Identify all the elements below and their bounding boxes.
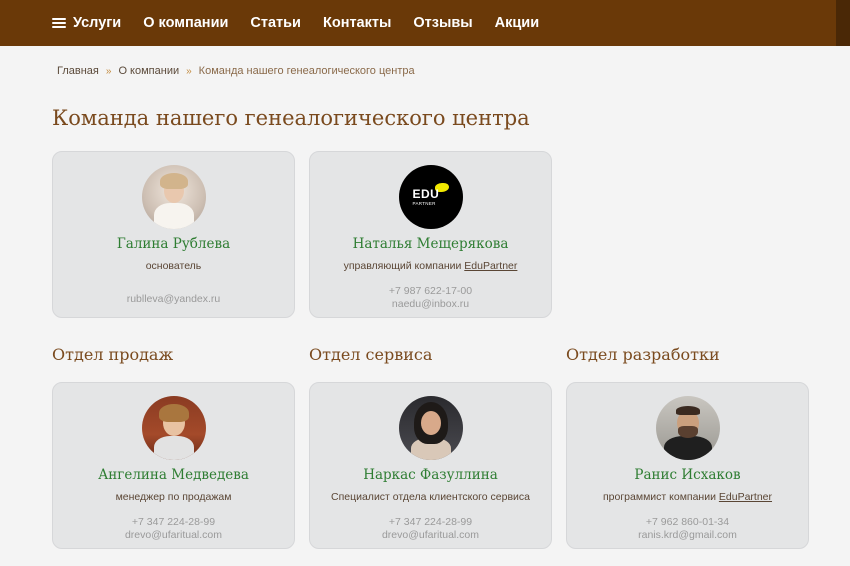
member-contacts: +7 347 224-28-99 drevo@ufaritual.com bbox=[310, 516, 551, 542]
nav-item-services[interactable]: Услуги bbox=[52, 15, 121, 31]
member-contacts: rublleva@yandex.ru bbox=[53, 293, 294, 306]
top-nav: Услуги О компании Статьи Контакты Отзывы… bbox=[0, 0, 850, 46]
section-title-development: Отдел разработки bbox=[566, 345, 720, 364]
nav-link-reviews[interactable]: Отзывы bbox=[413, 15, 472, 31]
member-email[interactable]: naedu@inbox.ru bbox=[310, 298, 551, 311]
member-phone[interactable]: +7 347 224-28-99 bbox=[53, 516, 294, 529]
member-role: управляющий компании EduPartner bbox=[310, 260, 551, 272]
breadcrumb: Главная » О компании » Команда нашего ге… bbox=[57, 65, 415, 77]
member-email[interactable]: rublleva@yandex.ru bbox=[53, 293, 294, 306]
window-edge bbox=[836, 0, 850, 46]
avatar bbox=[141, 165, 206, 229]
member-name: Наркас Фазуллина bbox=[363, 467, 498, 483]
edupartner-logo-icon: EDU PARTNER bbox=[398, 165, 463, 229]
nav-link-articles[interactable]: Статьи bbox=[250, 15, 301, 31]
member-name: Наталья Мещерякова bbox=[352, 236, 509, 252]
nav-menu: Услуги О компании Статьи Контакты Отзывы… bbox=[52, 15, 561, 31]
logo-subtext: PARTNER bbox=[412, 201, 436, 206]
member-email[interactable]: drevo@ufaritual.com bbox=[53, 529, 294, 542]
nav-link-services[interactable]: Услуги bbox=[73, 15, 121, 31]
member-phone[interactable]: +7 347 224-28-99 bbox=[310, 516, 551, 529]
member-contacts: +7 987 622-17-00 naedu@inbox.ru bbox=[310, 285, 551, 311]
breadcrumb-separator-icon: » bbox=[186, 65, 192, 77]
avatar bbox=[398, 396, 463, 460]
company-link[interactable]: EduPartner bbox=[719, 491, 772, 503]
member-role-text: программист компании bbox=[602, 491, 716, 503]
member-email[interactable]: drevo@ufaritual.com bbox=[310, 529, 551, 542]
member-role: Специалист отдела клиентского сервиса bbox=[330, 491, 531, 503]
nav-link-promotions[interactable]: Акции bbox=[495, 15, 539, 31]
avatar bbox=[655, 396, 720, 460]
team-card-manager: EDU PARTNER Наталья Мещерякова управляющ… bbox=[309, 151, 552, 318]
member-name: Ангелина Медведева bbox=[98, 467, 249, 483]
team-card-development: Ранис Исхаков программист компании EduPa… bbox=[566, 382, 809, 549]
member-email[interactable]: ranis.krd@gmail.com bbox=[567, 529, 808, 542]
breadcrumb-current: Команда нашего генеалогического центра bbox=[198, 65, 415, 77]
menu-burger-icon[interactable] bbox=[52, 18, 66, 28]
breadcrumb-separator-icon: » bbox=[105, 65, 112, 77]
logo-text: EDU bbox=[412, 187, 440, 201]
team-card-service: Наркас Фазуллина Специалист отдела клиен… bbox=[309, 382, 552, 549]
breadcrumb-home[interactable]: Главная bbox=[57, 65, 99, 77]
member-phone[interactable]: +7 987 622-17-00 bbox=[310, 285, 551, 298]
company-link[interactable]: EduPartner bbox=[464, 260, 517, 272]
member-name: Галина Рублева bbox=[116, 236, 231, 252]
member-contacts: +7 347 224-28-99 drevo@ufaritual.com bbox=[53, 516, 294, 542]
nav-link-about[interactable]: О компании bbox=[143, 15, 228, 31]
member-role: менеджер по продажам bbox=[115, 491, 232, 503]
section-title-sales: Отдел продаж bbox=[52, 345, 174, 364]
member-name: Ранис Исхаков bbox=[634, 467, 741, 483]
page-title: Команда нашего генеалогического центра bbox=[52, 106, 530, 130]
team-card-sales: Ангелина Медведева менеджер по продажам … bbox=[52, 382, 295, 549]
member-role: основатель bbox=[145, 260, 202, 272]
team-card-founder: Галина Рублева основатель rublleva@yande… bbox=[52, 151, 295, 318]
avatar bbox=[141, 396, 206, 460]
member-contacts: +7 962 860-01-34 ranis.krd@gmail.com bbox=[567, 516, 808, 542]
member-role-text: управляющий компании bbox=[343, 260, 462, 272]
nav-link-contacts[interactable]: Контакты bbox=[323, 15, 391, 31]
member-role: программист компании EduPartner bbox=[567, 491, 808, 503]
breadcrumb-about[interactable]: О компании bbox=[118, 65, 179, 77]
member-phone[interactable]: +7 962 860-01-34 bbox=[567, 516, 808, 529]
section-title-service: Отдел сервиса bbox=[309, 345, 433, 364]
